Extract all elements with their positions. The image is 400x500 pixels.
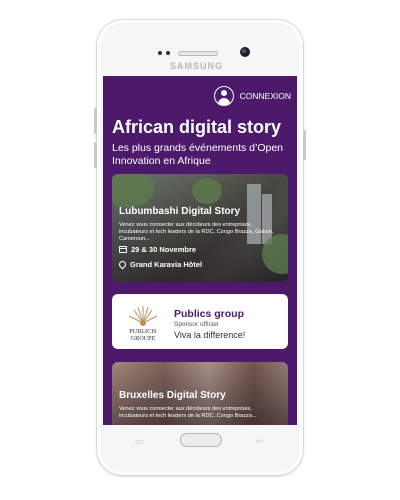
logo-text-line1: PUBLICIS [129,328,157,335]
back-key[interactable]: ↩ [256,436,264,447]
sponsor-slogan: Viva la difference! [174,330,246,340]
event-venue: Grand Karavia Hôtel [117,259,203,270]
event-description: Venez vous connecter aux décideurs des e… [119,406,257,419]
recent-apps-key[interactable]: ▭ [135,436,144,447]
sensor-dot [166,51,170,55]
event-title: Lubumbashi Digital Story [119,206,241,217]
page-subtitle: Les plus grands événements d’Open Innova… [112,142,284,167]
sensor-dot [158,51,162,55]
sponsor-tag: Sponsor officiel [174,321,219,328]
login-button[interactable]: CONNEXION [213,84,291,108]
event-description: Venez vous connecter aux décideurs des e… [119,222,274,242]
event-date-text: 29 & 30 Novembre [131,245,197,254]
volume-down-button [94,142,97,168]
publicis-logo: PUBLICIS GROUPE [122,303,164,343]
front-camera [240,47,250,57]
event-title: Bruxelles Digital Story [119,390,226,401]
location-pin-icon [117,259,128,270]
event-venue-text: Grand Karavia Hôtel [130,260,203,269]
user-icon [213,86,234,106]
volume-up-button [94,108,97,134]
calendar-icon [119,246,127,253]
device-brand: SAMSUNG [170,61,224,71]
logo-text-line2: GROUPE [131,335,156,342]
event-card-lubumbashi[interactable]: Lubumbashi Digital Story Venez vous conn… [112,174,288,282]
power-button [303,130,306,160]
page-title: African digital story [112,117,282,137]
app-screen: CONNEXION African digital story Les plus… [103,76,297,425]
event-date: 29 & 30 Novembre [119,245,196,254]
login-label: CONNEXION [239,91,291,101]
home-button[interactable] [180,433,222,447]
sponsor-name: Publics group [174,308,245,320]
sponsor-card[interactable]: PUBLICIS GROUPE Publics group Sponsor of… [112,294,288,349]
event-card-bruxelles[interactable]: Bruxelles Digital Story Venez vous conne… [112,362,288,425]
earpiece-speaker [178,51,218,56]
